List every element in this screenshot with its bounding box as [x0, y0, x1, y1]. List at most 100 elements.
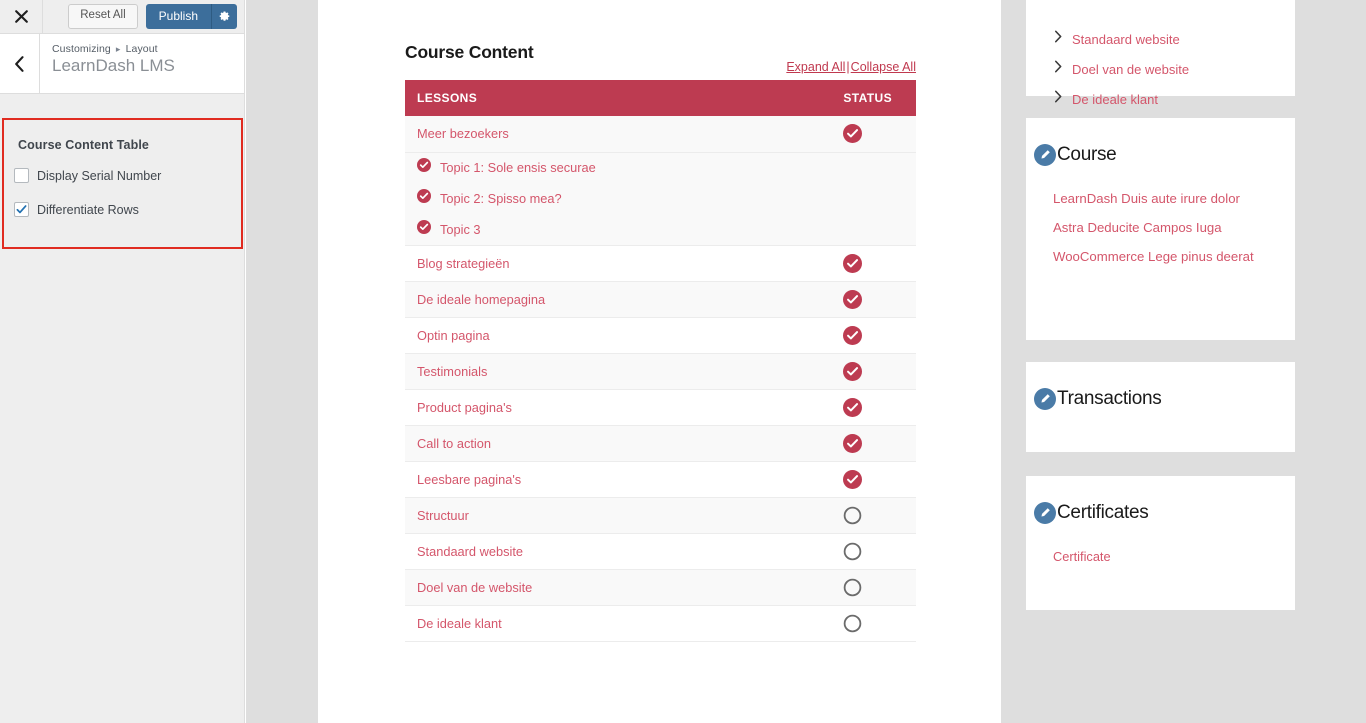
topic-row[interactable]: Topic 3: [405, 214, 916, 245]
lesson-title[interactable]: Doel van de website: [405, 569, 843, 605]
close-icon[interactable]: [0, 0, 43, 33]
lesson-nav-label: Standaard website: [1072, 31, 1180, 47]
status-complete-icon: [843, 425, 916, 461]
table-head: LESSONS STATUS: [405, 80, 916, 116]
widget-header: Certificates: [1026, 502, 1295, 524]
publish-button[interactable]: Publish: [145, 4, 211, 29]
widget-link[interactable]: Certificate: [1053, 542, 1295, 571]
gear-icon[interactable]: [211, 4, 237, 29]
screen: Reset All Publish Customizing ▸ Layout L…: [0, 0, 1366, 723]
widget-lesson-navigation: Standaard website Doel van de website De i…: [1026, 0, 1295, 107]
status-incomplete-icon: [843, 569, 916, 605]
status-complete-icon: [843, 116, 916, 152]
customizer-titles: Customizing ▸ Layout LearnDash LMS: [40, 34, 175, 93]
lesson-nav-list: Standaard website Doel van de website De i…: [1026, 0, 1295, 114]
widget-link[interactable]: LearnDash Duis aute irure dolor: [1053, 184, 1295, 213]
table-row[interactable]: Product pagina's: [405, 389, 916, 425]
option-differentiate-rows[interactable]: Differentiate Rows: [4, 202, 241, 217]
customizer-header: Customizing ▸ Layout LearnDash LMS: [0, 34, 244, 94]
pencil-edit-icon[interactable]: [1034, 502, 1056, 524]
option-label: Differentiate Rows: [37, 202, 139, 217]
lesson-nav-label: De ideale klant: [1072, 91, 1158, 107]
topic-cell[interactable]: Topic 2: Spisso mea?: [405, 183, 916, 214]
topic-cell[interactable]: Topic 1: Sole ensis securae: [405, 152, 916, 183]
pencil-edit-icon[interactable]: [1034, 388, 1056, 410]
panel-title: LearnDash LMS: [52, 56, 175, 75]
checkbox-unchecked[interactable]: [14, 168, 29, 183]
topic-status-complete-icon: [417, 189, 431, 208]
column-header-status: STATUS: [843, 91, 892, 105]
lesson-title[interactable]: Standaard website: [405, 533, 843, 569]
lesson-title[interactable]: Leesbare pagina's: [405, 461, 843, 497]
table-row[interactable]: Optin pagina: [405, 317, 916, 353]
lesson-title[interactable]: Structuur: [405, 497, 843, 533]
lesson-nav-item[interactable]: De ideale klant: [1026, 84, 1295, 114]
widget-title: Transactions: [1057, 388, 1162, 409]
topic-cell[interactable]: Topic 3: [405, 214, 916, 245]
status-complete-icon: [843, 281, 916, 317]
chevron-right-icon: [1054, 30, 1063, 48]
option-label: Display Serial Number: [37, 168, 162, 183]
section-title: Course Content Table: [18, 138, 149, 152]
breadcrumb-separator: ▸: [115, 44, 121, 54]
topic-status-complete-icon: [417, 158, 431, 177]
table-row[interactable]: Blog strategieën: [405, 245, 916, 281]
option-display-serial-number[interactable]: Display Serial Number: [4, 168, 241, 183]
widget-link[interactable]: WooCommerce Lege pinus deerat: [1053, 242, 1295, 271]
collapse-all-link[interactable]: Collapse All: [851, 60, 916, 74]
course-content-table: LESSONS STATUS Meer bezoekers Topic 1: So…: [405, 80, 916, 642]
table-row[interactable]: De ideale homepagina: [405, 281, 916, 317]
chevron-right-icon: [1054, 90, 1063, 108]
widget-link-list: Certificate: [1026, 542, 1295, 571]
status-incomplete-icon: [843, 497, 916, 533]
widget-title: Course: [1057, 144, 1117, 165]
table-row[interactable]: Leesbare pagina's: [405, 461, 916, 497]
topic-title[interactable]: Topic 2: Spisso mea?: [440, 191, 562, 206]
lesson-nav-item[interactable]: Doel van de website: [1026, 54, 1295, 84]
breadcrumb-child: Layout: [125, 43, 158, 55]
widget-header: Transactions: [1026, 388, 1295, 410]
status-incomplete-icon: [843, 533, 916, 569]
status-complete-icon: [843, 353, 916, 389]
chevron-left-icon[interactable]: [0, 34, 40, 93]
course-content-block: Course Content Expand All|Collapse All L…: [405, 42, 916, 642]
breadcrumb: Customizing ▸ Layout: [52, 43, 175, 55]
lesson-title[interactable]: De ideale homepagina: [405, 281, 843, 317]
checkmark-icon: [16, 205, 27, 214]
table-row[interactable]: De ideale klant: [405, 605, 916, 641]
table-row[interactable]: Meer bezoekers: [405, 116, 916, 152]
topic-title[interactable]: Topic 3: [440, 222, 481, 237]
widget-link[interactable]: Astra Deducite Campos Iuga: [1053, 213, 1295, 242]
widget-header: Course: [1026, 144, 1295, 166]
customizer-topbar: Reset All Publish: [0, 0, 244, 34]
lesson-title[interactable]: Product pagina's: [405, 389, 843, 425]
link-separator: |: [846, 60, 850, 74]
table-row[interactable]: Doel van de website: [405, 569, 916, 605]
table-row[interactable]: Call to action: [405, 425, 916, 461]
lesson-title[interactable]: Call to action: [405, 425, 843, 461]
status-complete-icon: [843, 389, 916, 425]
status-complete-icon: [843, 461, 916, 497]
breadcrumb-parent: Customizing: [52, 43, 111, 55]
table-row[interactable]: Standaard website: [405, 533, 916, 569]
lesson-title[interactable]: Testimonials: [405, 353, 843, 389]
lesson-nav-item[interactable]: Standaard website: [1026, 24, 1295, 54]
topic-row[interactable]: Topic 2: Spisso mea?: [405, 183, 916, 214]
topic-status-complete-icon: [417, 219, 431, 239]
lesson-title[interactable]: Blog strategieën: [405, 245, 843, 281]
topic-row[interactable]: Topic 1: Sole ensis securae: [405, 152, 916, 183]
status-incomplete-icon: [843, 605, 916, 641]
expand-all-link[interactable]: Expand All: [786, 60, 845, 74]
expand-collapse-controls: Expand All|Collapse All: [405, 60, 916, 80]
pencil-edit-icon[interactable]: [1034, 144, 1056, 166]
customizer-actions: Reset All Publish: [43, 4, 244, 29]
checkbox-checked[interactable]: [14, 202, 29, 217]
lesson-title[interactable]: De ideale klant: [405, 605, 843, 641]
table-row[interactable]: Testimonials: [405, 353, 916, 389]
reset-all-button[interactable]: Reset All: [68, 4, 138, 29]
lesson-title[interactable]: Optin pagina: [405, 317, 843, 353]
lesson-title[interactable]: Meer bezoekers: [405, 116, 843, 152]
topic-title[interactable]: Topic 1: Sole ensis securae: [440, 160, 596, 175]
table-row[interactable]: Structuur: [405, 497, 916, 533]
widget-title: Certificates: [1057, 502, 1149, 523]
